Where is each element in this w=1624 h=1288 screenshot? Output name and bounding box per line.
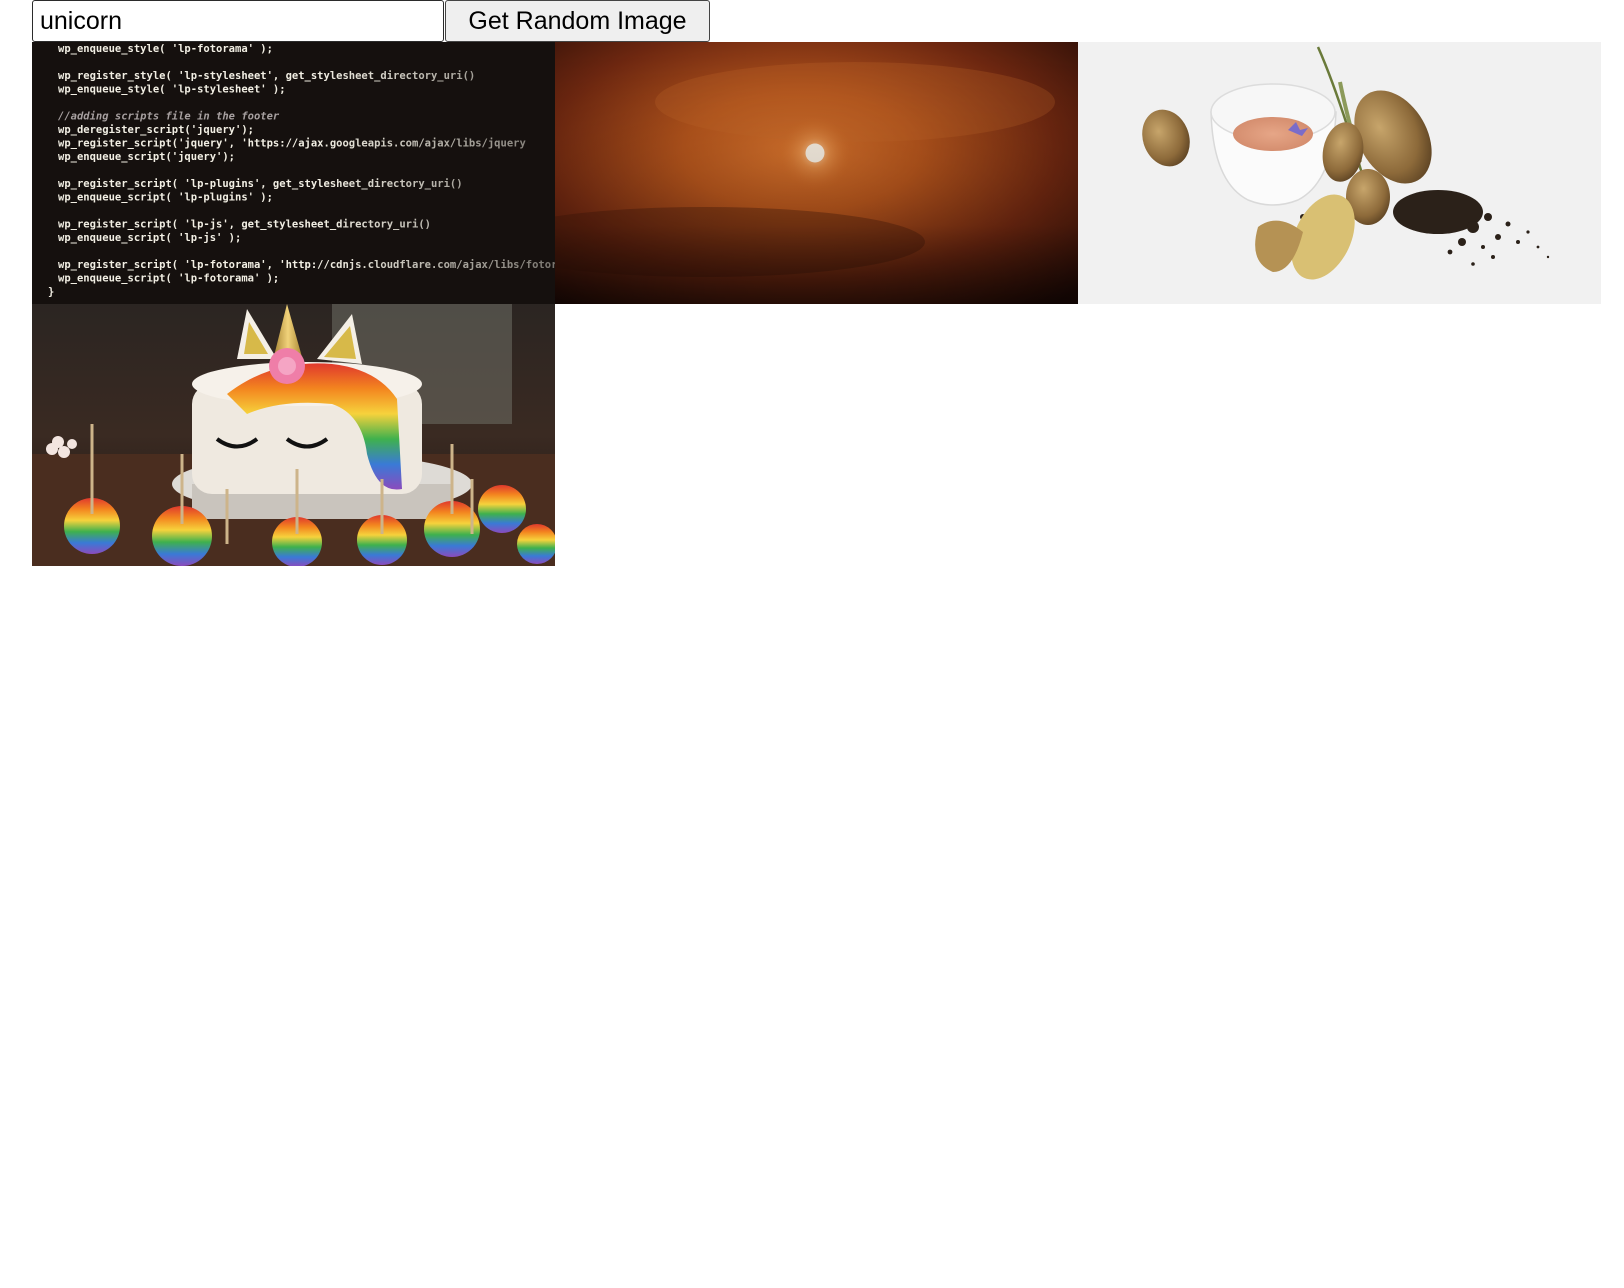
potatoes-image (1078, 42, 1601, 304)
image-grid: wp_enqueue_style( 'lp-fotorama' );wp_reg… (32, 42, 1601, 566)
image-tile-unicorn-cake[interactable] (32, 304, 555, 566)
image-tile-code[interactable]: wp_enqueue_style( 'lp-fotorama' );wp_reg… (32, 42, 555, 304)
image-tile-potatoes[interactable] (1078, 42, 1601, 304)
image-tile-sky[interactable] (555, 42, 1078, 304)
unicorn-cake-image (32, 304, 555, 566)
app-root: Get Random Image wp_enqueue_style( 'lp-f… (32, 0, 1601, 566)
code-screenshot-image: wp_enqueue_style( 'lp-fotorama' );wp_reg… (32, 42, 555, 304)
search-controls: Get Random Image (32, 0, 1601, 42)
orange-sky-image (555, 42, 1078, 304)
get-random-image-button[interactable]: Get Random Image (445, 0, 710, 42)
search-input[interactable] (32, 0, 444, 42)
